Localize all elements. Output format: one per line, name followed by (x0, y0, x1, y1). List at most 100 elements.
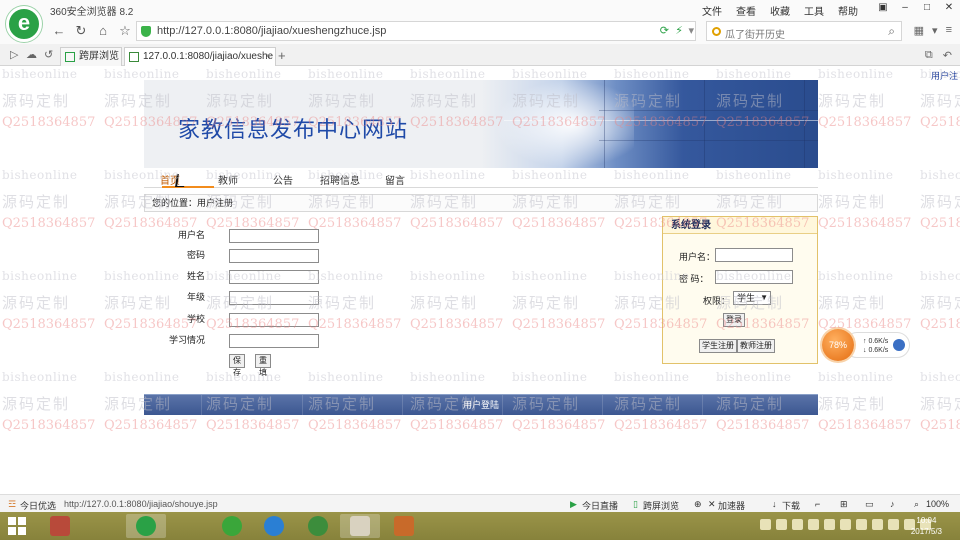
close-icon[interactable]: ✕ (938, 0, 960, 17)
tray-icon[interactable] (808, 519, 819, 530)
tab-close-icon[interactable]: × (265, 48, 271, 65)
tray-icon[interactable] (872, 519, 883, 530)
taskbar-app[interactable] (126, 514, 166, 538)
menu-view[interactable]: 查看 (736, 3, 756, 18)
taskbar-app[interactable] (384, 514, 424, 538)
tray-icon[interactable] (824, 519, 835, 530)
field-label: 用户名 (177, 230, 205, 240)
reader-icon[interactable]: ▭ (865, 499, 874, 510)
back-icon[interactable]: ← (50, 22, 68, 40)
tray-icon[interactable] (888, 519, 899, 530)
login-username-input[interactable] (715, 248, 793, 262)
address-dropdown-icon[interactable]: ▾ (688, 24, 694, 37)
daily-picks-label[interactable]: 今日优选 (20, 499, 56, 512)
menu-lines-icon[interactable]: ≡ (946, 24, 952, 37)
password-input[interactable] (229, 249, 319, 263)
browser-menu: 文件 查看 收藏 工具 帮助 (702, 3, 858, 18)
tray-icon[interactable] (760, 519, 771, 530)
tray-icon[interactable] (856, 519, 867, 530)
zoom-level[interactable]: 100% (926, 499, 949, 509)
chevron-down-icon: ▼ (760, 293, 768, 302)
student-register-button[interactable]: 学生注册 (699, 339, 737, 353)
browser-statusbar: ☲ 今日优选 http://127.0.0.1:8080/jiajiao/sho… (0, 494, 960, 512)
cloud-status-icon[interactable]: ⊕ (694, 499, 702, 510)
tab-current[interactable]: 127.0.0.1:8080/jiajiao/xueshe × (124, 47, 276, 66)
daily-picks-icon[interactable]: ☲ (8, 499, 16, 510)
windows-start-icon[interactable] (8, 517, 26, 535)
new-tab-icon[interactable]: + (278, 48, 286, 63)
grade-input[interactable] (229, 291, 319, 305)
taskbar-app[interactable] (254, 514, 294, 538)
nav-teachers[interactable]: 教师 (218, 172, 238, 187)
username-input[interactable] (229, 229, 319, 243)
login-password-input[interactable] (715, 270, 793, 284)
taskbar-app[interactable] (212, 514, 252, 538)
reset-button[interactable]: 重填 (255, 354, 271, 377)
taskbar-app[interactable] (340, 514, 380, 538)
live-label[interactable]: 今日直播 (582, 499, 618, 512)
nav-messages[interactable]: 留言 (385, 172, 405, 187)
taskbar-app[interactable] (298, 514, 338, 538)
menu-file[interactable]: 文件 (702, 3, 722, 18)
tray-icon[interactable] (840, 519, 851, 530)
tab-cross-screen[interactable]: 跨屏浏览 (60, 47, 122, 66)
translate-icon[interactable]: ⊞ (840, 499, 848, 510)
tab-label: 跨屏浏览 (79, 51, 119, 62)
tray-icon[interactable] (792, 519, 803, 530)
browser-tabbar: ▷ ☁ ↺ 跨屏浏览 127.0.0.1:8080/jiajiao/xueshe… (0, 44, 960, 66)
screenshot-icon[interactable]: ⌐ (815, 499, 820, 509)
school-input[interactable] (229, 313, 319, 327)
browser-logo-icon[interactable]: e (6, 6, 42, 42)
study-status-input[interactable] (229, 334, 319, 348)
refresh-icon[interactable]: ↻ (72, 22, 90, 40)
menu-tools[interactable]: 工具 (804, 3, 824, 18)
download-label[interactable]: 下载 (782, 499, 800, 512)
home-icon[interactable]: ⌂ (94, 22, 112, 40)
taskbar-clock[interactable]: 10:04 2017/5/3 (911, 515, 942, 537)
search-box[interactable]: 瓜了街开历史 ⌕ (706, 21, 902, 41)
volume-icon[interactable]: ♪ (890, 499, 895, 509)
menu-help[interactable]: 帮助 (838, 3, 858, 18)
nav-jobs[interactable]: 招聘信息 (320, 172, 360, 187)
footer-divider (502, 395, 503, 416)
sidebar-toggle-icon[interactable]: ▷ (10, 48, 18, 61)
compat-mode-icon[interactable]: ⟳ (660, 24, 669, 37)
login-role-select[interactable]: 学生 ▼ (733, 291, 771, 305)
teacher-register-button[interactable]: 教师注册 (737, 339, 775, 353)
browser-titlebar: e 360安全浏览器 8.2 文件 查看 收藏 工具 帮助 ▣ – □ ✕ (0, 0, 960, 42)
zoom-icon[interactable]: ⌕ (914, 499, 919, 510)
user-register-link[interactable]: 用户注 (931, 69, 958, 82)
tray-icon[interactable] (776, 519, 787, 530)
accelerator-label[interactable]: 加速器 (718, 499, 745, 512)
nav-notices[interactable]: 公告 (273, 172, 293, 187)
search-icon[interactable]: ⌕ (888, 24, 895, 39)
breadcrumb: 您的位置：用户注册 (144, 194, 818, 212)
taskbar-app[interactable] (40, 514, 80, 538)
tab-list-icon[interactable]: ⧉ (925, 49, 933, 62)
network-speed-widget[interactable]: ↑ 0.6K/s ↓ 0.6K/s 78% (822, 329, 912, 361)
name-input[interactable] (229, 270, 319, 284)
address-bar[interactable]: http://127.0.0.1:8080/jiajiao/xueshengzh… (136, 21, 696, 41)
windows-taskbar: 10:04 2017/5/3 (0, 512, 960, 540)
search-engine-icon[interactable] (712, 27, 721, 36)
cloud-icon[interactable]: ☁ (26, 48, 37, 61)
address-url[interactable]: http://127.0.0.1:8080/jiajiao/xueshengzh… (157, 25, 386, 37)
cross-screen-label[interactable]: 跨屏浏览 (643, 499, 679, 512)
speed-mode-icon[interactable]: ⚡ (675, 24, 683, 37)
download-icon: ↓ (772, 499, 777, 509)
footer-divider (702, 395, 703, 416)
extension-icon[interactable]: ▾ (932, 24, 938, 37)
restore-icon[interactable]: ↺ (44, 48, 53, 61)
save-button[interactable]: 保存 (229, 354, 245, 377)
java-icon (350, 516, 370, 536)
favorite-star-icon[interactable]: ☆ (116, 22, 134, 40)
login-button[interactable]: 登录 (723, 313, 745, 327)
minimize-icon[interactable]: – (894, 0, 916, 17)
store-icon (50, 516, 70, 536)
apps-grid-icon[interactable]: ▦ (914, 24, 924, 37)
skin-icon[interactable]: ▣ (872, 0, 894, 17)
undo-close-icon[interactable]: ↶ (943, 49, 952, 62)
menu-favorites[interactable]: 收藏 (770, 3, 790, 18)
maximize-icon[interactable]: □ (916, 0, 938, 17)
browser-360-alt-icon (222, 516, 242, 536)
